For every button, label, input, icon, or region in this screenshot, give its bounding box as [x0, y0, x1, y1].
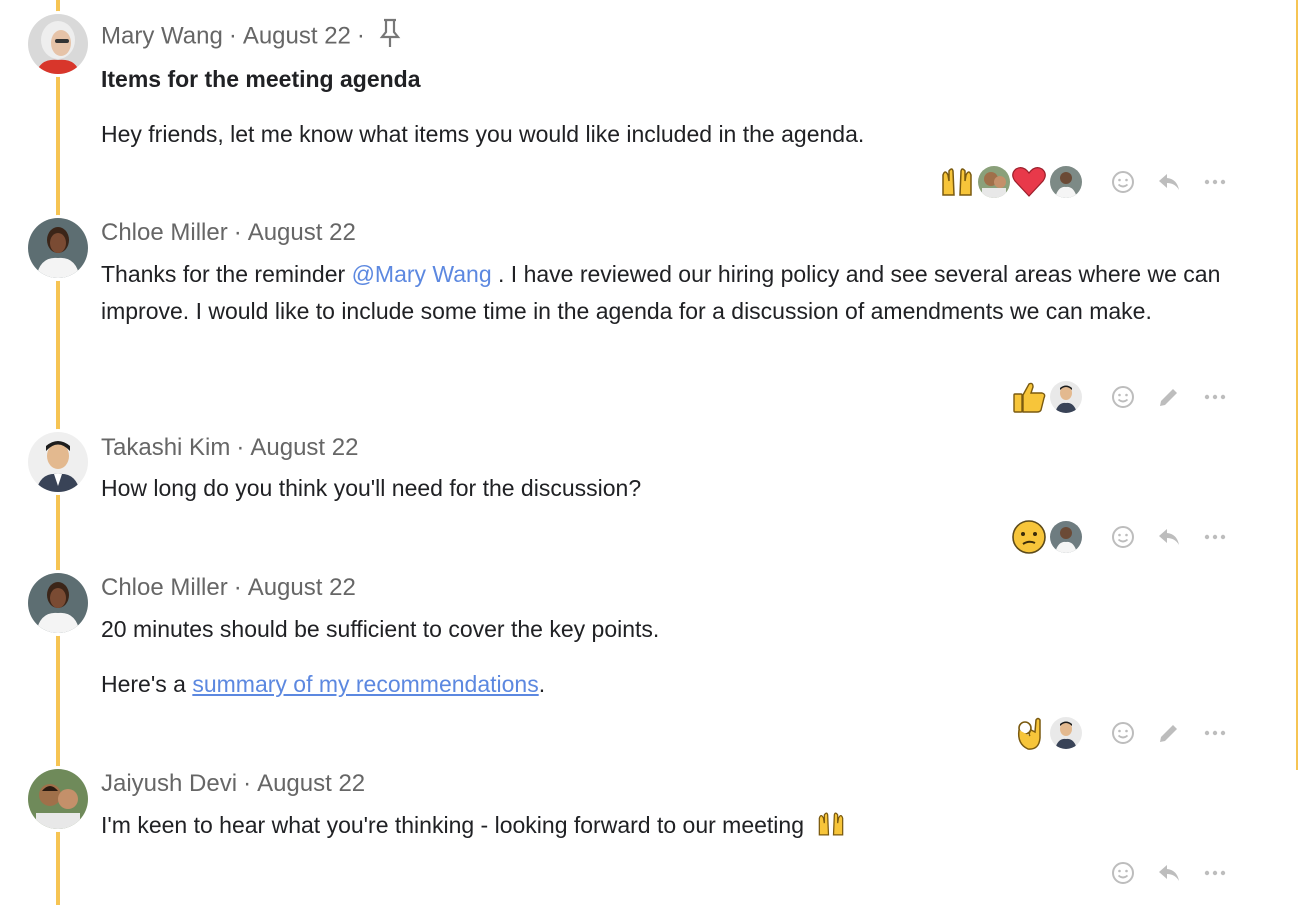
author-name[interactable]: Chloe Miller — [101, 574, 228, 601]
reactor-avatar — [1050, 521, 1082, 553]
author-name[interactable]: Takashi Kim — [101, 434, 230, 461]
message-actions — [1100, 853, 1238, 893]
edit-icon[interactable] — [1146, 713, 1192, 753]
message-meta: Chloe Miller · August 22 — [101, 219, 356, 246]
more-icon[interactable] — [1192, 162, 1238, 202]
pin-icon[interactable] — [379, 18, 401, 56]
author-name[interactable]: Chloe Miller — [101, 219, 228, 246]
author-name[interactable]: Jaiyush Devi — [101, 770, 237, 797]
more-icon[interactable] — [1192, 377, 1238, 417]
message-actions — [1010, 517, 1238, 557]
message-body: How long do you think you'll need for th… — [101, 475, 642, 501]
heart-reaction[interactable] — [1010, 163, 1048, 201]
raising-hands-emoji — [816, 809, 846, 850]
message-date: August 22 — [247, 574, 356, 601]
reactor-avatar — [1050, 381, 1082, 413]
message-meta: Chloe Miller · August 22 — [101, 574, 356, 601]
reply-icon[interactable] — [1146, 517, 1192, 557]
recommendations-link[interactable]: summary of my recommendations — [192, 671, 538, 697]
avatar[interactable] — [28, 218, 88, 278]
reply-icon[interactable] — [1146, 853, 1192, 893]
message-actions — [1010, 377, 1238, 417]
confused-face-reaction[interactable] — [1010, 518, 1048, 556]
emoji-icon[interactable] — [1100, 853, 1146, 893]
message-date: August 22 — [257, 770, 366, 797]
reply-icon[interactable] — [1146, 162, 1192, 202]
message-body: 20 minutes should be sufficient to cover… — [101, 616, 660, 697]
message-meta: Mary Wang · August 22 · — [101, 18, 401, 56]
message-date: August 22 — [242, 22, 351, 50]
message-body: I'm keen to hear what you're thinking - … — [101, 807, 1251, 850]
author-name[interactable]: Mary Wang — [101, 22, 223, 49]
avatar[interactable] — [28, 14, 88, 74]
avatar[interactable] — [28, 769, 88, 829]
emoji-icon[interactable] — [1100, 162, 1146, 202]
emoji-icon[interactable] — [1100, 517, 1146, 557]
message-date: August 22 — [247, 219, 356, 246]
edit-icon[interactable] — [1146, 377, 1192, 417]
reactor-avatar — [1050, 166, 1082, 198]
thumbs-up-reaction[interactable] — [1010, 378, 1048, 416]
user-mention[interactable]: @Mary Wang — [352, 261, 492, 287]
emoji-icon[interactable] — [1100, 377, 1146, 417]
raising-hands-reaction[interactable] — [938, 163, 976, 201]
more-icon[interactable] — [1192, 713, 1238, 753]
message-meta: Takashi Kim · August 22 — [101, 434, 359, 461]
ok-hand-reaction[interactable] — [1010, 714, 1048, 752]
avatar[interactable] — [28, 573, 88, 633]
reactor-avatar — [978, 166, 1010, 198]
more-icon[interactable] — [1192, 853, 1238, 893]
message-body: Thanks for the reminder @Mary Wang . I h… — [101, 261, 1221, 324]
message-thread: Mary Wang · August 22 · Items for the meeti… — [0, 0, 1298, 905]
emoji-icon[interactable] — [1100, 713, 1146, 753]
message-meta: Jaiyush Devi · August 22 — [101, 770, 366, 797]
message-body: Hey friends, let me know what items you … — [101, 121, 865, 147]
message-subject: Items for the meeting agenda — [101, 66, 421, 92]
message-actions — [938, 162, 1238, 202]
message-actions — [1010, 713, 1238, 753]
message-date: August 22 — [250, 434, 359, 461]
reactor-avatar — [1050, 717, 1082, 749]
avatar[interactable] — [28, 432, 88, 492]
more-icon[interactable] — [1192, 517, 1238, 557]
